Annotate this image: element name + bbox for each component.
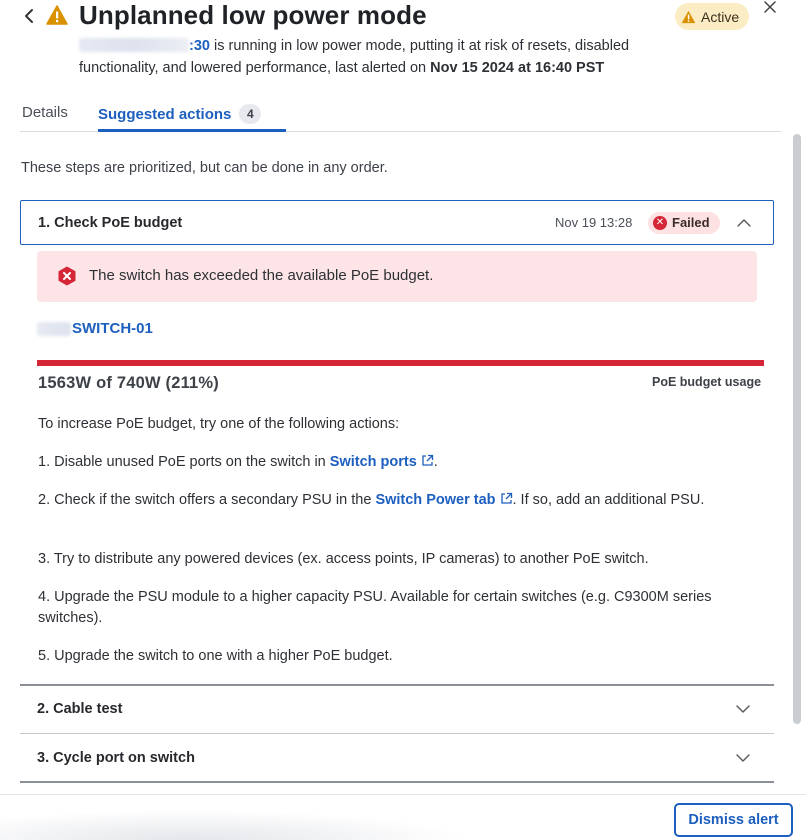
back-button[interactable]: [20, 4, 38, 28]
action-1: 1. Disable unused PoE ports on the switc…: [38, 452, 758, 473]
actions-intro: To increase PoE budget, try one of the f…: [38, 416, 400, 432]
poe-usage-label: PoE budget usage: [652, 375, 762, 389]
step-1-title: 1. Check PoE budget: [38, 214, 183, 231]
redacted-switch-prefix: [37, 321, 71, 336]
step-divider: [20, 733, 774, 734]
close-icon: [764, 1, 776, 13]
footer-shadow: [0, 810, 470, 840]
chevron-down-icon: [736, 705, 750, 713]
switch-row: SWITCH-01: [37, 320, 153, 337]
intro-text: These steps are prioritized, but can be …: [21, 160, 388, 176]
device-link[interactable]: :30: [189, 38, 210, 54]
warning-triangle-icon: [46, 5, 68, 25]
poe-budget-bar: [37, 360, 764, 366]
action-1-text: 1. Disable unused PoE ports on the switc…: [38, 454, 330, 470]
tab-count-badge: 4: [239, 104, 262, 124]
switch-power-tab-link[interactable]: Switch Power tab: [375, 492, 495, 508]
status-badge-label: Active: [701, 8, 740, 25]
action-1-suffix: .: [433, 454, 438, 470]
error-x-icon: ✕: [653, 215, 667, 230]
step-1-header[interactable]: 1. Check PoE budget Nov 19 13:28 ✕ Faile…: [20, 200, 774, 245]
action-2-suffix: . If so, add an additional PSU.: [512, 492, 705, 508]
failed-badge: ✕ Failed: [648, 211, 720, 234]
error-alert: The switch has exceeded the available Po…: [37, 251, 757, 302]
switch-link[interactable]: SWITCH-01: [72, 320, 153, 337]
error-hexagon-icon: [58, 266, 76, 286]
action-2: 2. Check if the switch offers a secondar…: [38, 490, 758, 511]
failed-badge-label: Failed: [672, 215, 710, 230]
error-message: The switch has exceeded the available Po…: [89, 267, 434, 284]
close-button[interactable]: [764, 0, 780, 16]
tab-suggested-actions-label: Suggested actions: [98, 105, 232, 123]
action-3: 3. Try to distribute any powered devices…: [38, 551, 649, 567]
external-link-icon[interactable]: [421, 454, 434, 467]
scrollbar-thumb[interactable]: [793, 134, 801, 724]
status-badge: Active: [675, 3, 750, 30]
switch-ports-link[interactable]: Switch ports: [330, 454, 417, 470]
redacted-device-name: [79, 38, 189, 52]
page-title: Unplanned low power mode: [79, 0, 427, 30]
alert-description: :30 is running in low power mode, puttin…: [79, 35, 699, 79]
tab-bar: Details Suggested actions 4: [20, 100, 781, 132]
tab-suggested-actions[interactable]: Suggested actions 4: [98, 104, 262, 124]
step-3-header[interactable]: 3. Cycle port on switch: [20, 735, 774, 781]
chevron-left-icon: [25, 9, 33, 23]
chevron-down-icon: [736, 754, 750, 762]
tab-details[interactable]: Details: [22, 104, 68, 121]
step-1-date: Nov 19 13:28: [555, 215, 633, 230]
step-divider: [20, 781, 774, 783]
poe-usage-value: 1563W of 740W (211%): [38, 374, 219, 392]
last-alerted-date: Nov 15 2024 at 16:40 PST: [430, 60, 605, 76]
warning-triangle-icon: [681, 10, 696, 23]
dismiss-alert-button[interactable]: Dismiss alert: [674, 803, 793, 837]
step-3-title: 3. Cycle port on switch: [37, 750, 195, 766]
active-tab-indicator: [98, 129, 286, 132]
action-2-text: 2. Check if the switch offers a secondar…: [38, 492, 376, 508]
action-5: 5. Upgrade the switch to one with a high…: [38, 648, 393, 664]
action-4: 4. Upgrade the PSU module to a higher ca…: [38, 589, 712, 626]
step-2-title: 2. Cable test: [37, 701, 123, 717]
chevron-up-icon: [737, 218, 751, 227]
external-link-icon[interactable]: [500, 492, 513, 505]
step-2-header[interactable]: 2. Cable test: [20, 686, 774, 732]
